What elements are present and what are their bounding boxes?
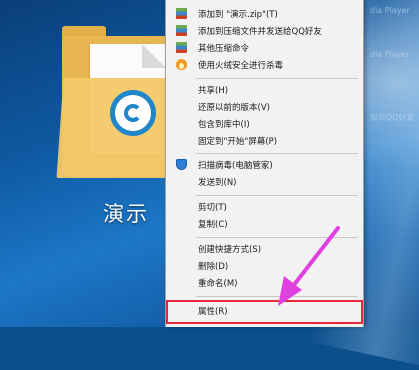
context-menu: 添加到 "演示.zip"(T) 添加到压缩文件并发送给QQ好友 其他压缩命令 使… — [165, 0, 364, 327]
menu-item-huorong-scan[interactable]: 使用火绒安全进行杀毒 — [166, 57, 363, 74]
menu-separator — [196, 195, 358, 196]
menu-item-include-library[interactable]: 包含到库中(I) — [166, 116, 363, 133]
folder-icon[interactable] — [56, 14, 176, 179]
menu-item-create-shortcut[interactable]: 创建快捷方式(S) — [166, 241, 363, 258]
zip-icon — [176, 25, 187, 36]
zip-icon — [176, 8, 187, 19]
menu-item-copy[interactable]: 复制(C) — [166, 216, 363, 233]
menu-item-rename[interactable]: 重命名(M) — [166, 275, 363, 292]
menu-separator — [196, 237, 358, 238]
background-text: dia Player — [370, 50, 410, 59]
menu-item-restore-versions[interactable]: 还原以前的版本(V) — [166, 99, 363, 116]
menu-item-pin-start[interactable]: 固定到"开始"屏幕(P) — [166, 133, 363, 150]
highlight-box — [166, 300, 363, 324]
menu-item-add-zip[interactable]: 添加到 "演示.zip"(T) — [166, 6, 363, 23]
folder-label[interactable]: 演示 — [103, 198, 149, 228]
menu-item-cut[interactable]: 剪切(T) — [166, 199, 363, 216]
background-text: 加到QQ好友 — [370, 113, 415, 122]
background-text: dia Player — [370, 6, 410, 15]
menu-separator — [196, 78, 358, 79]
menu-item-delete[interactable]: 删除(D) — [166, 258, 363, 275]
menu-separator — [196, 296, 358, 297]
menu-item-other-compress[interactable]: 其他压缩命令 — [166, 40, 363, 57]
menu-item-share[interactable]: 共享(H) — [166, 82, 363, 99]
shield-icon — [176, 159, 187, 170]
media-player-icon — [110, 90, 156, 136]
menu-item-virus-scan[interactable]: 扫描病毒(电脑管家) — [166, 157, 363, 174]
fire-icon — [176, 59, 187, 70]
menu-item-send-to[interactable]: 发送到(N) — [166, 174, 363, 191]
zip-icon — [176, 42, 187, 53]
menu-separator — [196, 153, 358, 154]
menu-item-zip-send-qq[interactable]: 添加到压缩文件并发送给QQ好友 — [166, 23, 363, 40]
